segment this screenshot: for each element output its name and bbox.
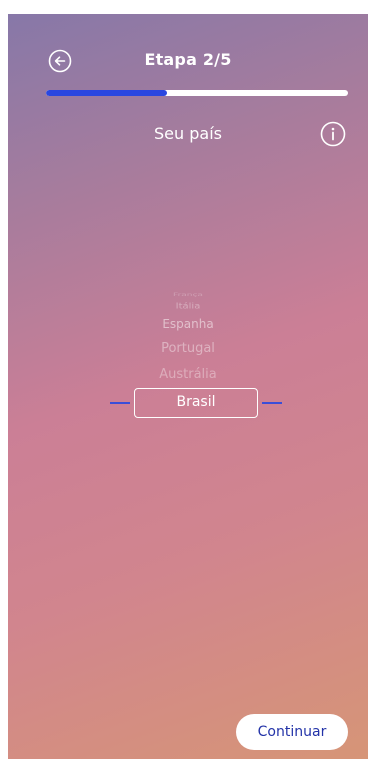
picker-option[interactable]: França xyxy=(8,293,368,298)
header: Etapa 2/5 xyxy=(8,44,368,78)
progress-bar xyxy=(46,90,348,96)
picker-option[interactable]: Austrália xyxy=(8,367,368,382)
progress-bar-fill xyxy=(46,90,167,96)
picker-option[interactable]: Portugal xyxy=(8,341,368,356)
picker-indicator-right xyxy=(262,402,282,404)
picker-selected-option[interactable]: Brasil xyxy=(134,388,258,418)
onboarding-screen: Etapa 2/5 Seu país França Itália Espanha… xyxy=(8,14,368,759)
picker-option[interactable]: Espanha xyxy=(8,317,368,331)
country-picker[interactable]: França Itália Espanha Portugal Austrália… xyxy=(8,284,368,444)
section-title: Seu país xyxy=(154,124,222,143)
info-button[interactable] xyxy=(320,121,346,147)
picker-option[interactable]: Itália xyxy=(8,302,368,310)
step-title: Etapa 2/5 xyxy=(144,50,232,69)
info-circle-icon xyxy=(320,121,346,147)
picker-indicator-left xyxy=(110,402,130,404)
continue-button[interactable]: Continuar xyxy=(236,714,348,750)
